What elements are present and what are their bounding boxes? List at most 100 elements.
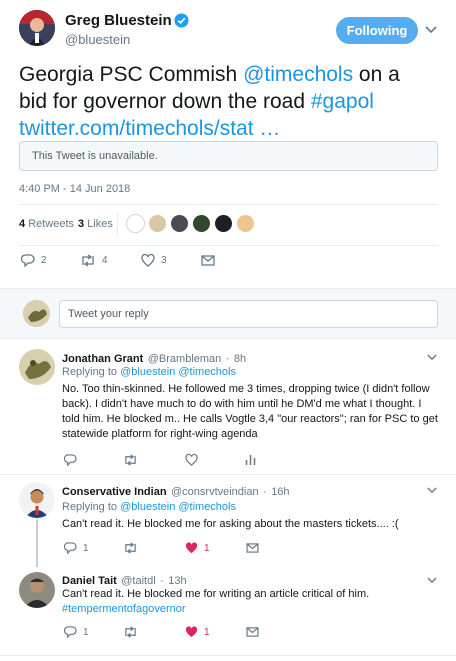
reply-author-name[interactable]: Jonathan Grant xyxy=(62,353,143,365)
like-action[interactable]: 3 xyxy=(141,254,167,267)
chevron-down-icon[interactable] xyxy=(427,487,437,494)
heart-filled-icon xyxy=(185,542,198,554)
chevron-down-icon[interactable] xyxy=(427,577,437,584)
following-button[interactable]: Following xyxy=(336,17,418,44)
like-action-liked[interactable]: 1 xyxy=(185,626,210,638)
thread-connector xyxy=(36,519,38,567)
retweet-icon xyxy=(82,254,94,267)
verified-badge-icon xyxy=(174,13,189,28)
reply-author-handle[interactable]: @taitdl xyxy=(121,575,155,587)
chevron-down-icon[interactable] xyxy=(427,354,437,361)
quoted-tweet-unavailable: This Tweet is unavailable. xyxy=(19,141,438,171)
envelope-icon xyxy=(201,255,215,266)
reply-header: Jonathan Grant @Brambleman · 8h xyxy=(62,349,246,367)
reply-header: Conservative Indian @consrvtveindian · 1… xyxy=(62,482,290,500)
reply-time[interactable]: 8h xyxy=(234,353,246,365)
reply-action[interactable]: 2 xyxy=(21,254,47,267)
reply-icon xyxy=(21,254,35,267)
divider xyxy=(0,474,456,475)
hashtag-link[interactable]: #gapol xyxy=(311,90,374,113)
liker-avatar[interactable] xyxy=(236,214,255,233)
tweet-url-link[interactable]: twitter.com/timechols/stat … xyxy=(19,117,280,140)
replying-to-handles[interactable]: @bluestein @timechols xyxy=(120,366,236,378)
direct-message-action[interactable] xyxy=(246,543,259,553)
reply-separator: · xyxy=(263,486,267,498)
divider xyxy=(19,245,438,246)
replying-to-label: Replying to xyxy=(62,501,118,513)
direct-message-action[interactable] xyxy=(201,255,215,266)
reply-count: 1 xyxy=(83,626,89,638)
reply-count: 1 xyxy=(83,542,89,554)
reply-avatar[interactable] xyxy=(19,349,55,385)
like-action[interactable] xyxy=(185,454,198,466)
retweet-action[interactable]: 4 xyxy=(80,254,108,267)
reply-text: No. Too thin-skinned. He followed me 3 t… xyxy=(62,383,438,440)
envelope-icon xyxy=(246,543,259,553)
heart-icon xyxy=(185,454,198,466)
retweet-action[interactable] xyxy=(123,626,138,638)
heart-icon xyxy=(141,254,155,267)
tweet-text: Georgia PSC Commish @timechols on a bid … xyxy=(19,61,429,142)
reply-avatar[interactable] xyxy=(19,482,55,518)
like-action-liked[interactable]: 1 xyxy=(185,542,210,554)
replying-to: Replying to @bluestein @timechols xyxy=(62,366,236,378)
likes-label: Likes xyxy=(87,218,113,230)
retweets-stat[interactable]: 4 Retweets xyxy=(19,218,74,230)
likes-count: 3 xyxy=(78,218,85,230)
liker-avatar[interactable] xyxy=(192,214,211,233)
reply-action[interactable] xyxy=(64,454,77,466)
likes-stat[interactable]: 3 Likes xyxy=(78,218,113,230)
reply-author-handle[interactable]: @Brambleman xyxy=(148,353,222,365)
divider xyxy=(0,655,456,656)
tweet-reply-input[interactable]: Tweet your reply xyxy=(59,300,438,328)
liker-avatar[interactable] xyxy=(214,214,233,233)
direct-message-action[interactable] xyxy=(246,627,259,637)
retweet-action[interactable] xyxy=(123,542,138,554)
stat-separator xyxy=(117,213,118,237)
reply-text: Can't read it. He blocked me for writing… xyxy=(62,587,438,617)
retweets-label: Retweets xyxy=(28,218,75,230)
retweets-count: 4 xyxy=(19,218,26,230)
reply-count: 2 xyxy=(41,255,47,266)
reply-separator: · xyxy=(160,575,164,587)
retweet-icon xyxy=(125,542,136,554)
liker-avatar[interactable] xyxy=(126,214,145,233)
reply-avatar[interactable] xyxy=(19,572,55,608)
chevron-down-icon[interactable] xyxy=(425,26,437,34)
reply-action[interactable]: 1 xyxy=(64,542,89,554)
liker-avatar[interactable] xyxy=(148,214,167,233)
reply-time[interactable]: 13h xyxy=(168,575,186,587)
current-user-avatar xyxy=(23,300,50,327)
reply-text-body: Can't read it. He blocked me for writing… xyxy=(62,588,370,600)
author-name[interactable]: Greg Bluestein xyxy=(65,12,172,29)
like-count: 1 xyxy=(204,626,210,638)
reply-icon xyxy=(64,626,77,638)
reply-author-name[interactable]: Conservative Indian xyxy=(62,486,167,498)
reply-icon xyxy=(64,454,77,466)
retweet-icon xyxy=(125,454,136,466)
author-handle[interactable]: @bluestein xyxy=(65,32,130,47)
heart-filled-icon xyxy=(185,626,198,638)
tweet-timestamp[interactable]: 4:40 PM - 14 Jun 2018 xyxy=(19,183,130,195)
likers-avatars[interactable] xyxy=(126,214,255,233)
tweet-text-part: Georgia PSC Commish xyxy=(19,63,244,86)
reply-icon xyxy=(64,542,77,554)
analytics-action[interactable] xyxy=(245,453,256,466)
divider xyxy=(19,204,438,205)
mention-link[interactable]: @timechols xyxy=(243,63,353,86)
reply-author-name[interactable]: Daniel Tait xyxy=(62,575,117,587)
reply-time[interactable]: 16h xyxy=(271,486,289,498)
author-avatar[interactable] xyxy=(19,10,55,46)
hashtag-link[interactable]: #tempermentofagovernor xyxy=(62,603,186,615)
reply-separator: · xyxy=(225,353,230,365)
replying-to: Replying to @bluestein @timechols xyxy=(62,501,236,513)
like-count: 3 xyxy=(161,255,167,266)
retweet-count: 4 xyxy=(102,255,108,266)
replying-to-handles[interactable]: @bluestein @timechols xyxy=(120,501,236,513)
liker-avatar[interactable] xyxy=(170,214,189,233)
retweet-action[interactable] xyxy=(123,454,138,466)
reply-action[interactable]: 1 xyxy=(64,626,89,638)
like-count: 1 xyxy=(204,542,210,554)
reply-author-handle[interactable]: @consrvtveindian xyxy=(171,486,259,498)
envelope-icon xyxy=(246,627,259,637)
